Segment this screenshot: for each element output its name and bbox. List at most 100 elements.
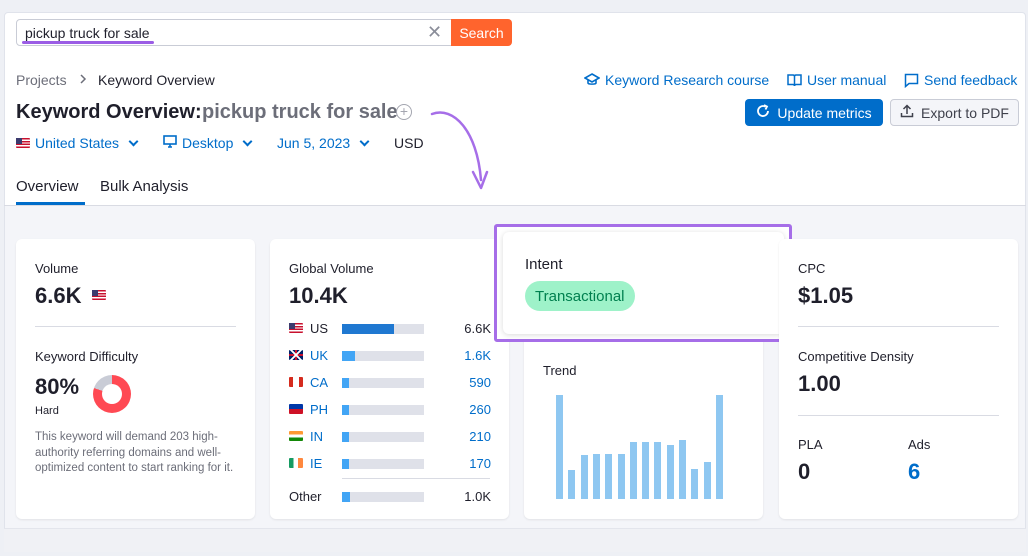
trend-bar — [703, 461, 711, 499]
page-footer-strip — [4, 528, 1026, 552]
breadcrumb-projects[interactable]: Projects — [16, 72, 67, 88]
country-volume-bar-fill — [342, 459, 349, 469]
device-select-value: Desktop — [182, 135, 234, 151]
search-underline-annotation — [22, 41, 154, 44]
country-volume-bar — [342, 405, 424, 415]
other-volume-bar-fill — [342, 492, 351, 502]
user-manual-link[interactable]: User manual — [787, 72, 886, 88]
tab-bulk-analysis[interactable]: Bulk Analysis — [100, 178, 188, 195]
upload-icon — [900, 104, 914, 121]
global-volume-value: 10.4K — [289, 283, 348, 308]
trend-bar — [580, 455, 588, 499]
desktop-icon — [163, 135, 177, 151]
country-volume-bar-fill — [342, 432, 349, 442]
country-volume-bar-fill — [342, 405, 349, 415]
page-title-keyword: pickup truck for sale — [202, 101, 398, 123]
country-row[interactable]: PH 260 — [289, 402, 491, 417]
other-label: Other — [289, 489, 322, 504]
difficulty-donut-chart — [93, 375, 131, 413]
country-volume-bar — [342, 432, 424, 442]
update-metrics-button[interactable]: Update metrics — [745, 99, 883, 126]
country-volume-bar — [342, 378, 424, 388]
cpc-value: $1.05 — [798, 283, 854, 308]
country-row[interactable]: IN 210 — [289, 429, 491, 444]
pla-value: 0 — [798, 459, 811, 484]
chevron-down-icon — [359, 136, 370, 147]
country-volume: 170 — [469, 456, 491, 471]
country-row[interactable]: IE 170 — [289, 456, 491, 471]
update-metrics-label: Update metrics — [777, 104, 872, 121]
breadcrumb-separator-icon — [79, 72, 87, 88]
chevron-down-icon — [242, 136, 253, 147]
trend-label: Trend — [543, 363, 577, 378]
date-select[interactable]: Jun 5, 2023 — [277, 135, 370, 151]
country-code: US — [310, 321, 329, 336]
country-volume-bar — [342, 324, 424, 334]
country-row[interactable]: CA 590 — [289, 375, 491, 390]
cpc-label: CPC — [798, 261, 826, 276]
trend-bar — [605, 454, 613, 499]
country-code: CA — [310, 375, 329, 390]
country-volume: 1.6K — [464, 348, 491, 363]
search-input-value: pickup truck for sale — [25, 25, 150, 41]
clear-icon[interactable]: ✕ — [427, 21, 442, 43]
send-feedback-link[interactable]: Send feedback — [904, 72, 1017, 88]
us-flag-icon — [289, 323, 303, 333]
country-volume: 210 — [469, 429, 491, 444]
ads-value[interactable]: 6 — [908, 459, 920, 485]
other-row: Other 1.0K — [289, 489, 491, 504]
device-select[interactable]: Desktop — [163, 135, 253, 151]
uk-flag-icon — [289, 350, 303, 360]
volume-card: Volume 6.6K Keyword Difficulty 80% Hard … — [16, 239, 255, 519]
country-volume: 260 — [469, 402, 491, 417]
country-row[interactable]: US 6.6K — [289, 321, 491, 336]
country-volume-bar — [342, 351, 424, 361]
trend-bar — [666, 444, 674, 499]
intent-badge[interactable]: Transactional — [525, 281, 635, 311]
export-to-pdf-label: Export to PDF — [921, 104, 1009, 121]
volume-value: 6.6K — [35, 283, 82, 308]
export-to-pdf-button[interactable]: Export to PDF — [890, 99, 1019, 126]
user-manual-label: User manual — [807, 72, 887, 88]
keyword-research-course-label: Keyword Research course — [605, 72, 770, 88]
country-volume-bar-fill — [342, 351, 356, 361]
other-volume-bar — [342, 492, 424, 502]
date-select-value: Jun 5, 2023 — [277, 135, 351, 151]
trend-card: Trend — [524, 335, 763, 519]
global-volume-label: Global Volume — [289, 261, 374, 276]
country-volume-bar-fill — [342, 324, 395, 334]
book-icon — [787, 73, 802, 87]
country-volume-bar — [342, 459, 424, 469]
country-select[interactable]: United States — [16, 135, 139, 151]
send-feedback-label: Send feedback — [924, 72, 1018, 88]
add-keyword-icon[interactable]: + — [396, 104, 412, 120]
country-volume-bar-fill — [342, 378, 349, 388]
competitive-density-value: 1.00 — [798, 371, 841, 396]
chevron-down-icon — [128, 136, 139, 147]
country-select-value: United States — [35, 135, 120, 151]
trend-bar — [592, 454, 600, 499]
annotation-arrow-icon — [430, 111, 489, 190]
country-volume: 6.6K — [464, 321, 491, 336]
keyword-research-course-link[interactable]: Keyword Research course — [584, 72, 769, 88]
tab-overview[interactable]: Overview — [16, 178, 79, 195]
country-row[interactable]: UK 1.6K — [289, 348, 491, 363]
currency-label: USD — [394, 135, 424, 151]
feedback-icon — [904, 73, 919, 88]
other-volume: 1.0K — [464, 489, 491, 504]
trend-bar — [556, 395, 563, 499]
pla-label: PLA — [798, 437, 823, 452]
trend-bar — [691, 468, 699, 499]
trend-bar — [654, 441, 662, 499]
intent-label: Intent — [525, 256, 563, 273]
search-button[interactable]: Search — [451, 19, 512, 46]
divider — [798, 415, 999, 416]
philippines-flag-icon — [289, 404, 303, 414]
ads-label: Ads — [908, 437, 931, 452]
country-code: UK — [310, 348, 329, 363]
intent-card: Intent Transactional — [503, 232, 784, 334]
trend-bar — [617, 454, 625, 499]
competitive-density-label: Competitive Density — [798, 349, 914, 364]
keyword-difficulty-description: This keyword will demand 203 high-author… — [35, 431, 234, 474]
cpc-card: CPC $1.05 Competitive Density 1.00 PLA 0… — [779, 239, 1018, 519]
